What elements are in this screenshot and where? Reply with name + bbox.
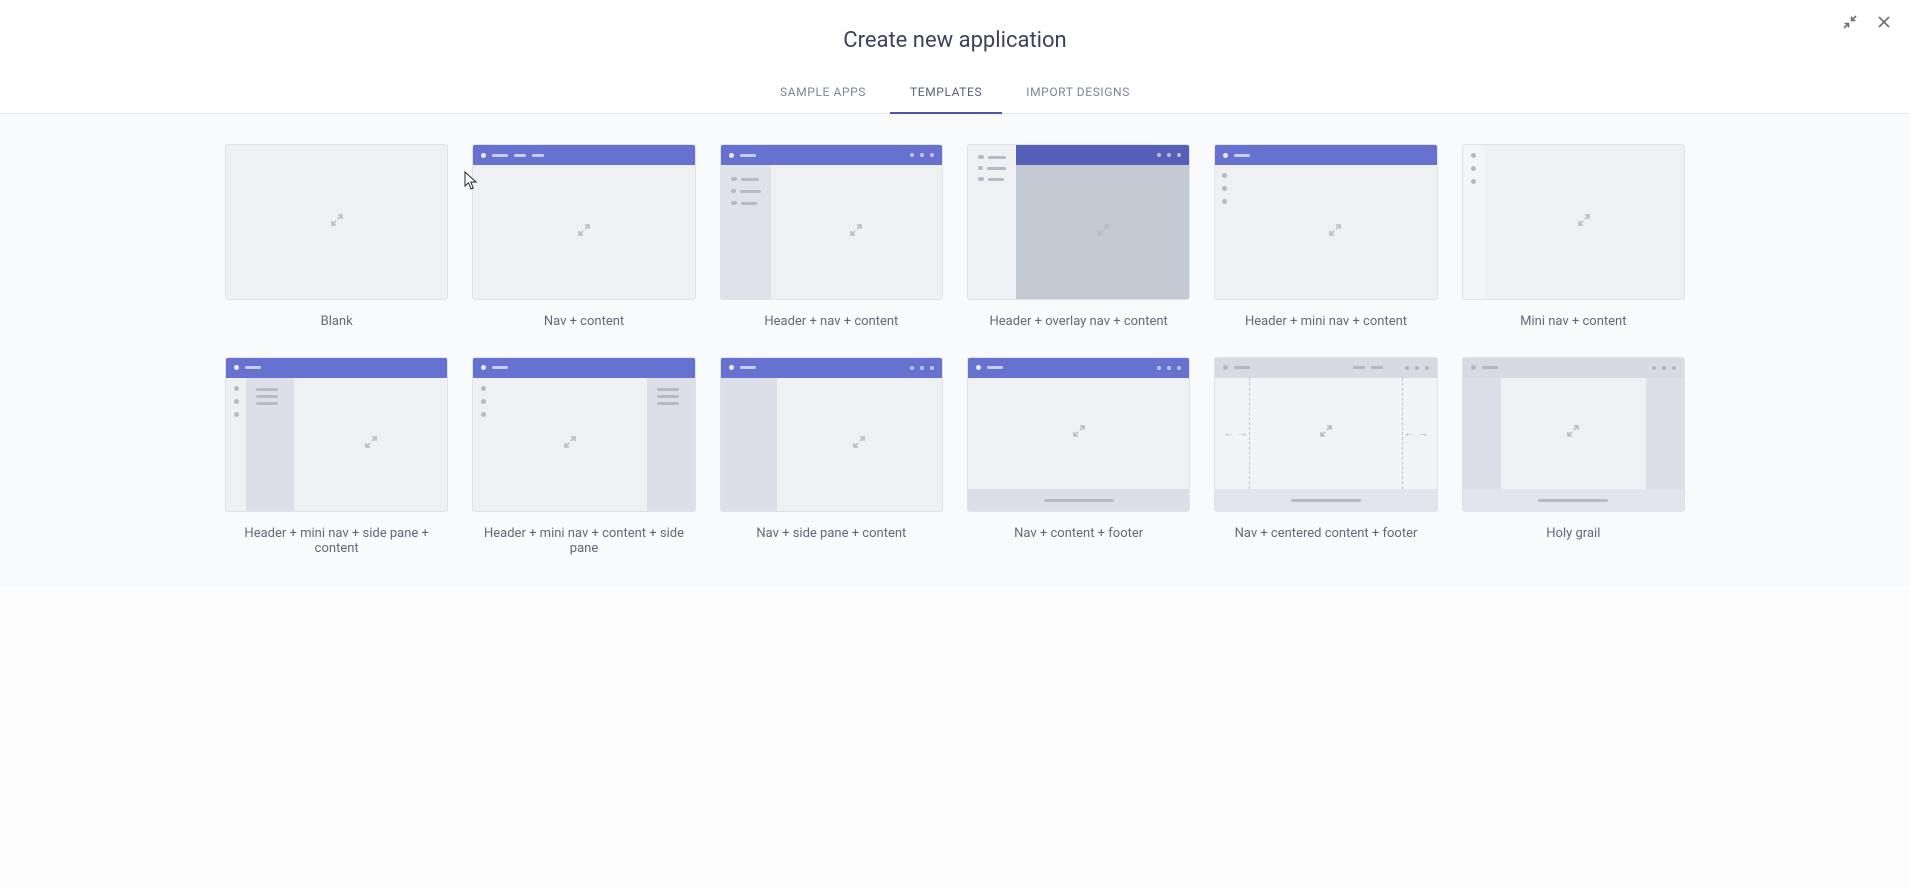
expand-icon [852,435,866,453]
template-label: Header + mini nav + content + side pane [472,526,695,556]
template-header-mini-side-content[interactable]: Header + mini nav + side pane + content [225,357,448,557]
close-icon[interactable] [1876,14,1892,30]
template-label: Header + mini nav + side pane + content [225,526,448,556]
template-label: Header + mini nav + content [1245,314,1407,329]
expand-icon [1328,223,1342,241]
expand-icon [1096,223,1110,241]
template-label: Nav + content + footer [1014,526,1143,541]
template-label: Blank [321,314,353,329]
template-header-overlay-nav-content[interactable]: Header + overlay nav + content [967,144,1190,329]
tab-import-designs[interactable]: IMPORT DESIGNS [1026,75,1130,113]
expand-icon [1566,424,1580,442]
template-mini-nav-content[interactable]: Mini nav + content [1462,144,1685,329]
minimize-icon[interactable] [1842,14,1858,30]
expand-icon [1072,424,1086,442]
template-header-mini-nav-content[interactable]: Header + mini nav + content [1214,144,1437,329]
dialog-header: Create new application SAMPLE APPS TEMPL… [0,0,1910,114]
expand-icon [364,435,378,453]
expand-icon [563,435,577,453]
tabs: SAMPLE APPS TEMPLATES IMPORT DESIGNS [0,75,1910,113]
template-label: Holy grail [1546,526,1600,541]
expand-icon [1577,213,1591,231]
template-nav-content[interactable]: Nav + content [472,144,695,329]
expand-icon [577,223,591,241]
expand-icon [1319,424,1333,442]
templates-body: Blank Nav + content [0,114,1910,586]
tab-templates[interactable]: TEMPLATES [910,75,982,113]
template-nav-side-content[interactable]: Nav + side pane + content [720,357,943,557]
tab-sample-apps[interactable]: SAMPLE APPS [780,75,866,113]
template-label: Header + overlay nav + content [990,314,1168,329]
template-label: Nav + centered content + footer [1235,526,1418,541]
expand-icon [330,213,344,231]
template-label: Mini nav + content [1520,314,1626,329]
template-nav-centered-content-footer[interactable]: ← → ← → Nav + centered content + footer [1214,357,1437,557]
template-nav-content-footer[interactable]: Nav + content + footer [967,357,1190,557]
dialog-title: Create new application [0,28,1910,53]
template-header-nav-content[interactable]: Header + nav + content [720,144,943,329]
template-holy-grail[interactable]: Holy grail [1462,357,1685,557]
template-label: Header + nav + content [764,314,898,329]
expand-icon [849,223,863,241]
template-blank[interactable]: Blank [225,144,448,329]
template-header-mini-content-side[interactable]: Header + mini nav + content + side pane [472,357,695,557]
template-label: Nav + content [544,314,624,329]
template-label: Nav + side pane + content [756,526,906,541]
